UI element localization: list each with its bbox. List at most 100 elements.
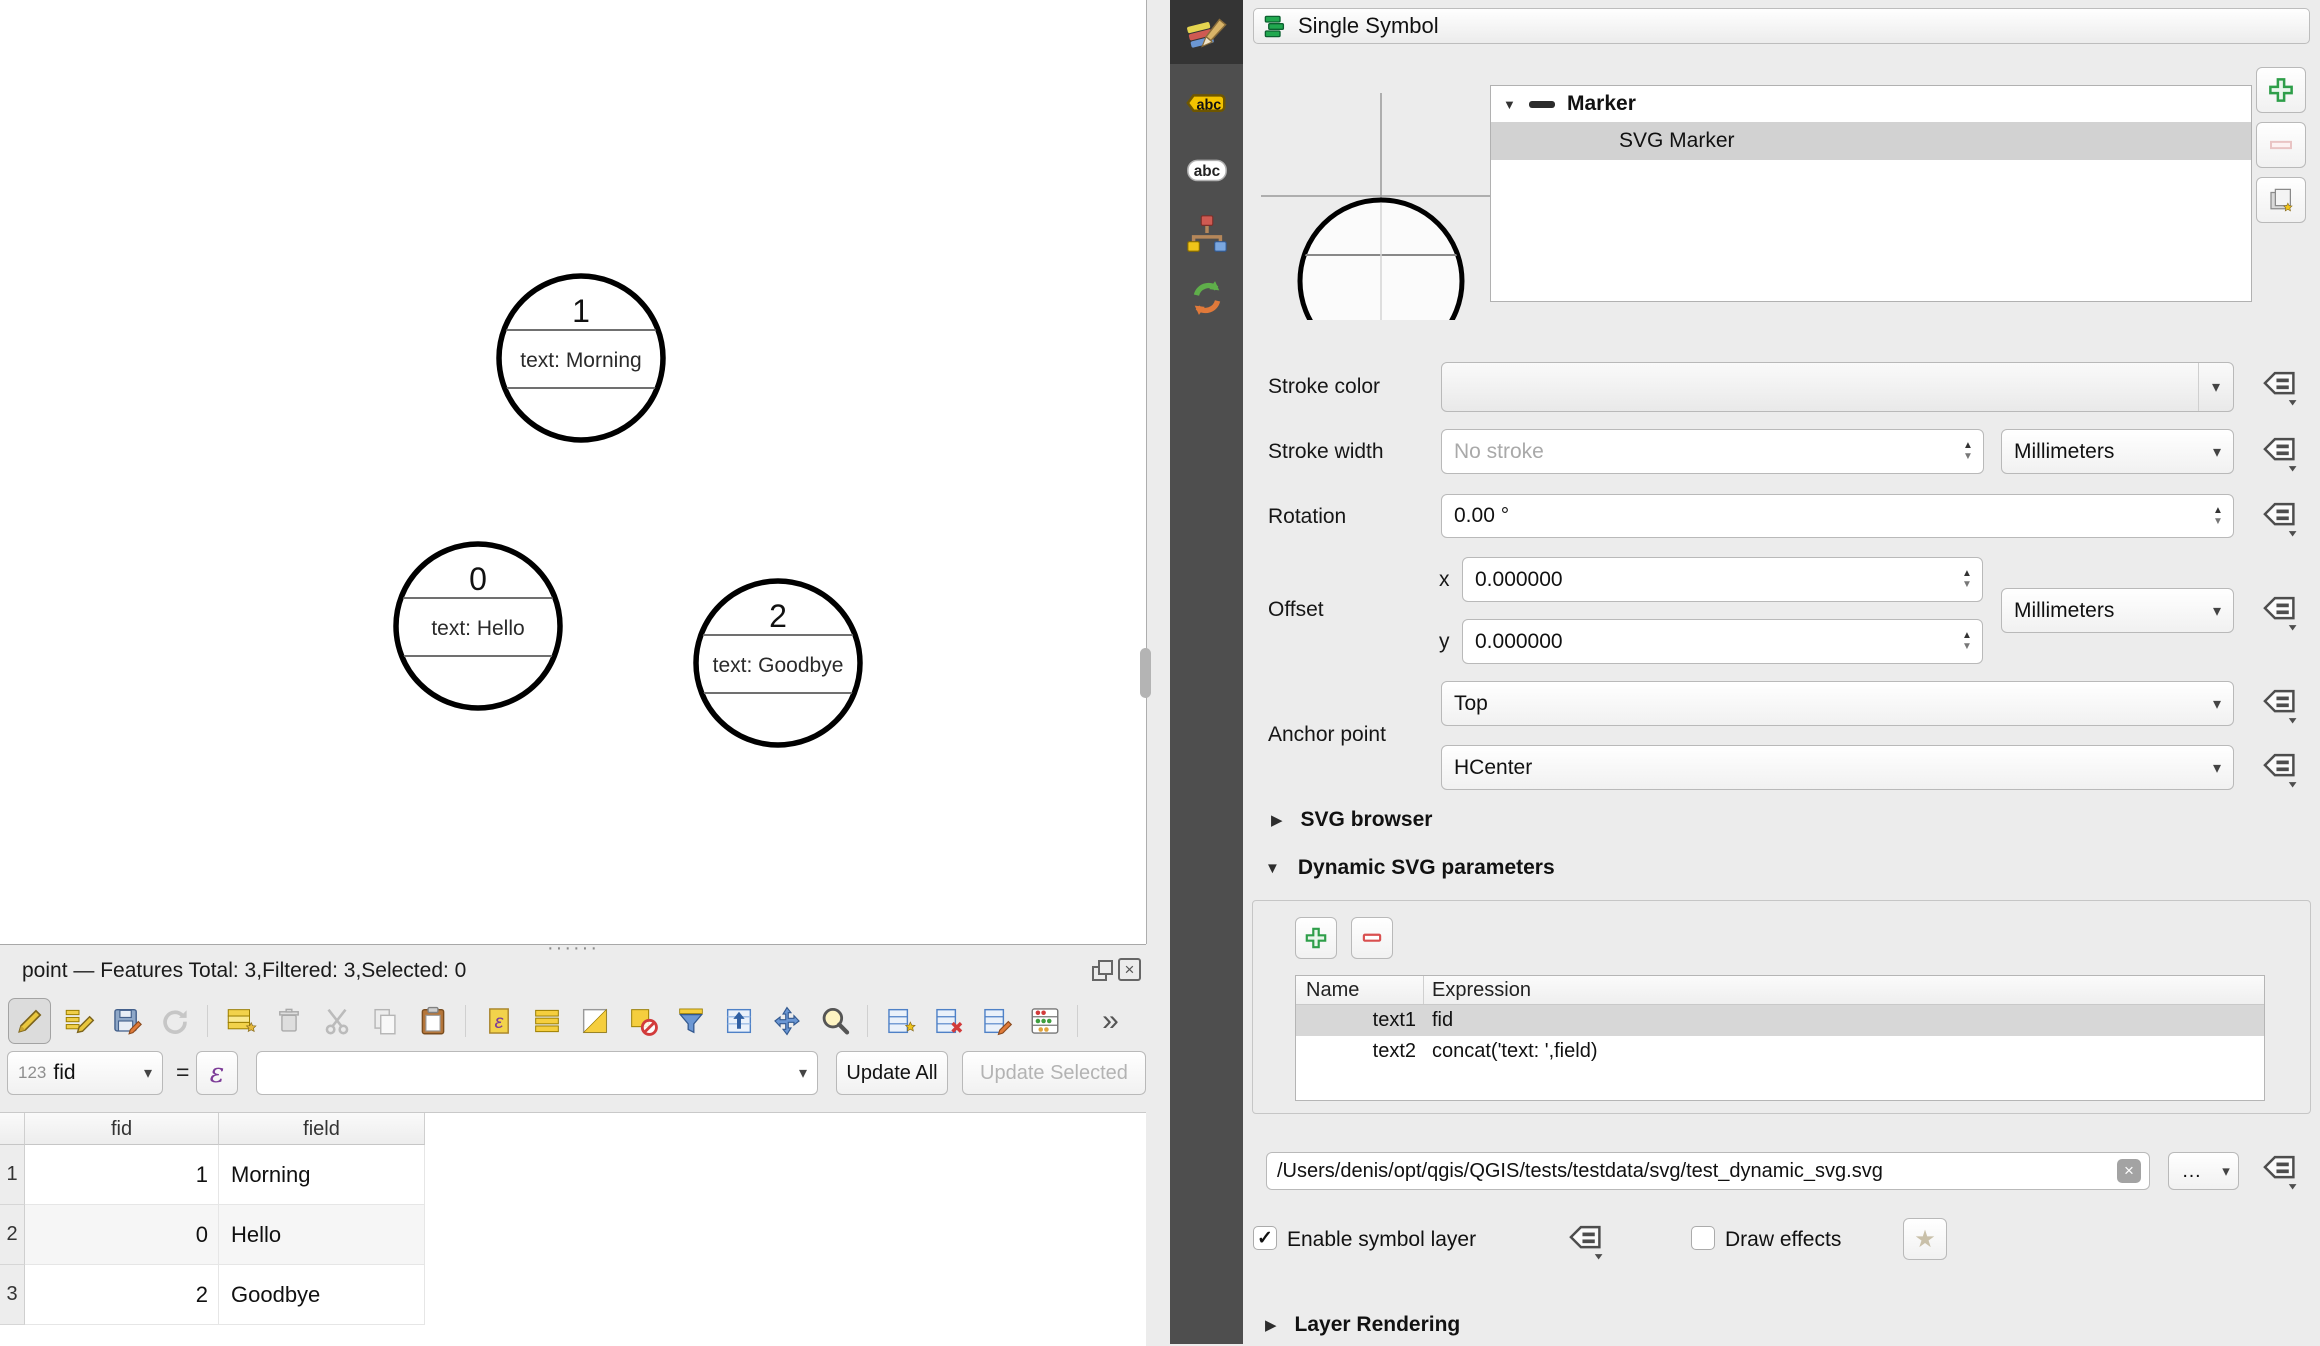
svg-browser-section[interactable]: ▶ SVG browser — [1271, 808, 1432, 832]
spinner-buttons[interactable]: ▲ ▼ — [1953, 430, 1983, 473]
add-symbol-layer-button[interactable] — [2256, 67, 2306, 113]
column-header-name[interactable]: Name — [1296, 976, 1424, 1004]
panel-resize-handle[interactable]: ······ — [0, 937, 1146, 960]
column-header-expression[interactable]: Expression — [1424, 976, 2264, 1004]
toggle-editing-button[interactable] — [8, 998, 51, 1044]
stroke-color-button[interactable]: ▾ — [1441, 362, 2234, 412]
data-defined-override-button[interactable] — [1563, 1220, 1605, 1264]
row-number[interactable]: 2 — [0, 1205, 25, 1265]
cell-field[interactable]: Goodbye — [219, 1265, 425, 1325]
delete-selected-button[interactable] — [268, 999, 309, 1043]
row-number[interactable]: 3 — [0, 1265, 25, 1325]
parameter-name[interactable]: text1 — [1296, 1009, 1424, 1032]
cell-field[interactable]: Morning — [219, 1145, 425, 1205]
row-number[interactable]: 1 — [0, 1145, 25, 1205]
map-scrollbar-thumb[interactable] — [1140, 648, 1151, 698]
cell-fid[interactable]: 2 — [25, 1265, 219, 1325]
pan-to-selection-button[interactable] — [766, 999, 807, 1043]
data-defined-override-button[interactable] — [2257, 748, 2299, 792]
anchor-horizontal-combo[interactable]: HCenter ▾ — [1441, 745, 2234, 790]
update-all-button[interactable]: Update All — [836, 1051, 948, 1095]
stroke-width-input[interactable]: No stroke ▲ ▼ — [1441, 429, 1984, 474]
map-canvas[interactable]: 1 text: Morning 0 text: Hello 2 text: Go… — [0, 0, 1147, 944]
data-defined-override-button[interactable] — [2257, 684, 2299, 728]
draw-effects-checkbox[interactable] — [1691, 1226, 1715, 1250]
spinner-buttons[interactable]: ▲ ▼ — [2203, 495, 2233, 537]
column-header-field[interactable]: field — [219, 1113, 425, 1145]
offset-x-input[interactable]: 0.000000 ▲ ▼ — [1462, 557, 1983, 602]
deselect-all-button[interactable] — [622, 999, 663, 1043]
browse-file-button[interactable]: … — [2168, 1152, 2215, 1190]
spinner-buttons[interactable]: ▲ ▼ — [1952, 558, 1982, 601]
delete-field-button[interactable] — [928, 999, 969, 1043]
column-header-fid[interactable]: fid — [25, 1113, 219, 1145]
remove-parameter-button[interactable] — [1351, 917, 1393, 959]
tree-item-marker[interactable]: ▼ Marker — [1491, 86, 2251, 122]
expression-builder-button[interactable]: ε — [196, 1051, 238, 1095]
expression-input[interactable]: ▾ — [256, 1051, 818, 1095]
move-selection-to-top-button[interactable] — [718, 999, 759, 1043]
parameter-row[interactable]: text1 fid — [1296, 1005, 2264, 1036]
parameter-name[interactable]: text2 — [1296, 1040, 1424, 1063]
offset-y-input[interactable]: 0.000000 ▲ ▼ — [1462, 619, 1983, 664]
duplicate-symbol-layer-button[interactable] — [2256, 177, 2306, 223]
svg-file-path-input[interactable]: /Users/denis/opt/qgis/QGIS/tests/testdat… — [1266, 1152, 2150, 1190]
cell-fid[interactable]: 0 — [25, 1205, 219, 1265]
tab-history[interactable] — [1170, 266, 1243, 330]
enable-symbol-layer-checkbox[interactable]: ✓ — [1253, 1226, 1277, 1250]
copy-button[interactable] — [364, 999, 405, 1043]
cell-field[interactable]: Hello — [219, 1205, 425, 1265]
dynamic-svg-parameters-section[interactable]: ▼ Dynamic SVG parameters — [1265, 856, 1555, 880]
tree-expand-icon[interactable]: ▼ — [1503, 97, 1529, 112]
clear-text-icon[interactable]: × — [2117, 1159, 2141, 1183]
rotation-input[interactable]: 0.00 ° ▲ ▼ — [1441, 494, 2234, 538]
spinner-buttons[interactable]: ▲ ▼ — [1952, 620, 1982, 663]
data-defined-override-button[interactable] — [2257, 497, 2299, 541]
parameter-row[interactable]: text2 concat('text: ',field) — [1296, 1036, 2264, 1067]
anchor-vertical-combo[interactable]: Top ▾ — [1441, 681, 2234, 726]
tab-masks[interactable]: abc — [1170, 138, 1243, 202]
tree-item-svg-marker[interactable]: SVG Marker — [1491, 122, 2251, 160]
table-row[interactable]: 2 0 Hello — [0, 1205, 1146, 1265]
parameter-expression[interactable]: fid — [1424, 1009, 2264, 1032]
save-edits-button[interactable] — [106, 999, 147, 1043]
select-by-expression-button[interactable]: ε — [478, 999, 519, 1043]
table-row[interactable]: 1 1 Morning — [0, 1145, 1146, 1205]
layer-rendering-section[interactable]: ▶ Layer Rendering — [1265, 1313, 1460, 1337]
more-actions-button[interactable]: » — [1090, 999, 1131, 1043]
select-all-button[interactable] — [526, 999, 567, 1043]
chevron-down-icon[interactable]: ▾ — [2198, 363, 2233, 411]
data-defined-override-button[interactable] — [2257, 432, 2299, 476]
stroke-width-unit-combo[interactable]: Millimeters ▾ — [2001, 429, 2234, 474]
filter-form-button[interactable] — [670, 999, 711, 1043]
cut-button[interactable] — [316, 999, 357, 1043]
close-panel-button[interactable]: × — [1118, 958, 1141, 981]
effects-options-button[interactable]: ★ — [1903, 1218, 1947, 1260]
conditional-formatting-button[interactable] — [1024, 999, 1065, 1043]
add-parameter-button[interactable] — [1295, 917, 1337, 959]
cell-fid[interactable]: 1 — [25, 1145, 219, 1205]
reload-button[interactable] — [154, 999, 195, 1043]
data-defined-override-button[interactable] — [2257, 366, 2299, 410]
table-row[interactable]: 3 2 Goodbye — [0, 1265, 1146, 1325]
offset-unit-combo[interactable]: Millimeters ▾ — [2001, 588, 2234, 633]
remove-symbol-layer-button[interactable] — [2256, 122, 2306, 168]
parameter-expression[interactable]: concat('text: ',field) — [1424, 1040, 2264, 1063]
zoom-to-selection-button[interactable] — [814, 999, 855, 1043]
invert-selection-button[interactable] — [574, 999, 615, 1043]
data-defined-override-button[interactable] — [2257, 591, 2299, 635]
data-defined-override-button[interactable] — [2257, 1150, 2299, 1194]
add-feature-button[interactable] — [220, 999, 261, 1043]
renderer-combo[interactable]: Single Symbol — [1253, 8, 2310, 44]
float-panel-button[interactable] — [1090, 958, 1114, 982]
field-calculator-button[interactable] — [976, 999, 1017, 1043]
new-field-button[interactable] — [880, 999, 921, 1043]
tab-diagrams[interactable] — [1170, 202, 1243, 266]
tab-labels[interactable]: abc — [1170, 72, 1243, 136]
update-selected-button[interactable]: Update Selected — [962, 1051, 1146, 1095]
toggle-multiedit-button[interactable] — [58, 999, 99, 1043]
field-selector-combo[interactable]: 123 fid ▾ — [7, 1051, 163, 1095]
browse-options-dropdown[interactable]: ▾ — [2214, 1152, 2239, 1190]
tab-symbology[interactable] — [1170, 0, 1243, 64]
paste-button[interactable] — [412, 999, 453, 1043]
